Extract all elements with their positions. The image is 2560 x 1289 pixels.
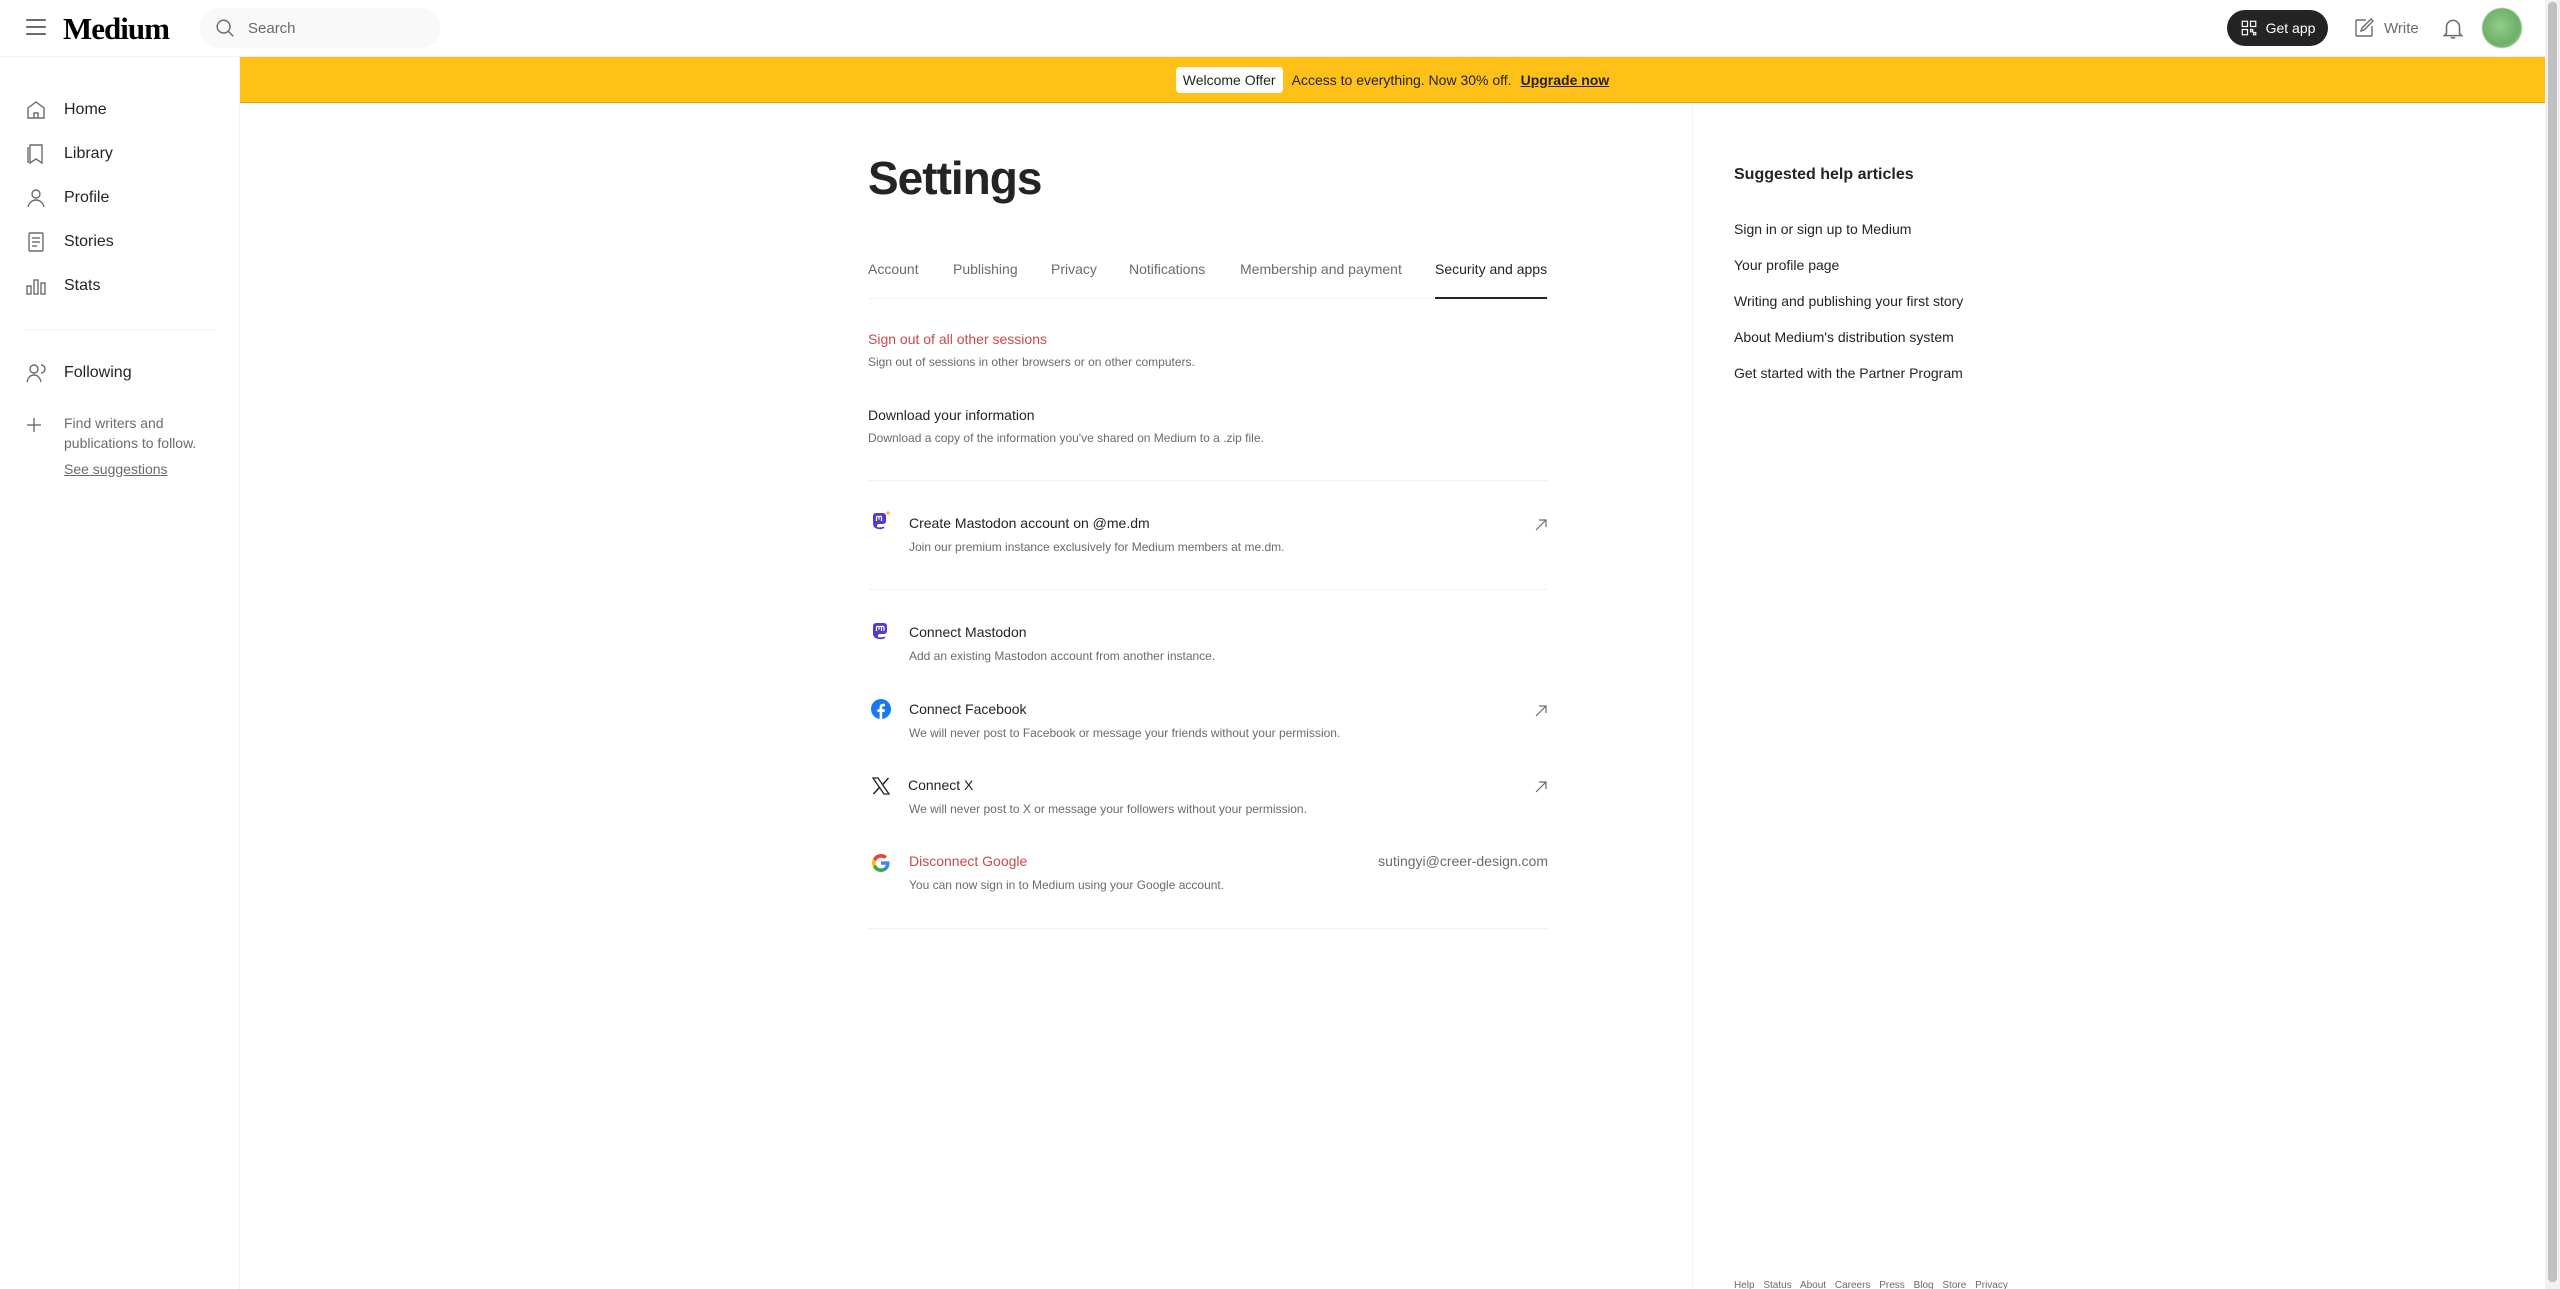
- write-label: Write: [2384, 19, 2419, 37]
- bookmark-icon: [27, 144, 43, 165]
- connect-x-button[interactable]: Connect X: [908, 777, 973, 793]
- tab-account[interactable]: Account: [868, 261, 919, 299]
- divider: [868, 589, 1548, 590]
- avatar[interactable]: [2482, 8, 2522, 48]
- tab-notifications[interactable]: Notifications: [1129, 261, 1205, 299]
- get-app-button[interactable]: Get app: [2227, 10, 2328, 46]
- menu-icon[interactable]: [26, 19, 46, 37]
- right-column: Suggested help articles Sign in or sign …: [1692, 103, 2545, 1289]
- footer-link-status[interactable]: Status: [1763, 1280, 1791, 1289]
- help-link[interactable]: Writing and publishing your first story: [1734, 293, 1963, 309]
- tab-publishing[interactable]: Publishing: [953, 261, 1018, 299]
- sidebar-item-stats[interactable]: Stats: [24, 274, 100, 298]
- sign-out-sessions-button[interactable]: Sign out of all other sessions: [868, 331, 1047, 347]
- stories-icon: [28, 232, 44, 252]
- help-link[interactable]: Your profile page: [1734, 257, 1839, 273]
- tab-security-and-apps[interactable]: Security and apps: [1435, 261, 1548, 299]
- sidebar-item-label: Profile: [64, 189, 110, 206]
- google-account-email: sutingyi@creer-design.com: [1378, 853, 1548, 869]
- search-input[interactable]: [248, 19, 428, 37]
- footer-link-careers[interactable]: Careers: [1835, 1280, 1871, 1289]
- find-writers-text: Find writers and publications to follow.: [64, 415, 197, 451]
- sidebar-item-stories[interactable]: Stories: [24, 230, 114, 254]
- page-title: Settings: [868, 152, 1042, 204]
- sidebar-item-label: Stories: [64, 233, 114, 250]
- settings-tabs: Account Publishing Privacy Notifications…: [868, 261, 1548, 299]
- footer-link-blog[interactable]: Blog: [1914, 1280, 1934, 1289]
- create-mastodon-button[interactable]: Create Mastodon account on @me.dm: [909, 515, 1150, 531]
- external-link-icon[interactable]: [1534, 780, 1548, 794]
- profile-icon: [27, 189, 45, 208]
- footer-link-privacy[interactable]: Privacy: [1975, 1280, 2008, 1289]
- welcome-offer-badge: Welcome Offer: [1175, 66, 1283, 93]
- get-app-label: Get app: [2265, 20, 2316, 36]
- connect-facebook-desc: We will never post to Facebook or messag…: [909, 726, 1341, 740]
- footer-links: Help Status About Careers Press Blog Sto…: [1734, 1280, 2014, 1289]
- facebook-icon: [871, 699, 891, 719]
- divider: [868, 480, 1548, 481]
- help-link[interactable]: About Medium's distribution system: [1734, 329, 1954, 345]
- connect-mastodon-desc: Add an existing Mastodon account from an…: [909, 649, 1216, 663]
- google-icon: [872, 854, 890, 872]
- connect-mastodon-button[interactable]: Connect Mastodon: [909, 624, 1027, 640]
- sidebar-item-profile[interactable]: Profile: [24, 186, 109, 210]
- download-info-desc: Download a copy of the information you'v…: [868, 431, 1264, 445]
- search-icon: [216, 19, 234, 37]
- top-bar: Medium Get app Write: [0, 0, 2545, 57]
- footer-link-store[interactable]: Store: [1942, 1280, 1966, 1289]
- sign-out-sessions-desc: Sign out of sessions in other browsers o…: [868, 355, 1195, 369]
- stats-icon: [26, 279, 46, 295]
- welcome-offer-banner: Welcome Offer Access to everything. Now …: [240, 57, 2545, 103]
- external-link-icon[interactable]: [1534, 704, 1548, 718]
- bell-icon[interactable]: [2440, 14, 2466, 42]
- footer-link-about[interactable]: About: [1800, 1280, 1826, 1289]
- create-mastodon-desc: Join our premium instance exclusively fo…: [909, 540, 1285, 554]
- left-sidebar: Home Library Profile Stories Stats Follo…: [0, 57, 240, 1289]
- disconnect-google-button[interactable]: Disconnect Google: [909, 853, 1027, 869]
- sidebar-item-library[interactable]: Library: [24, 142, 113, 166]
- mastodon-plus-icon: [873, 510, 891, 530]
- tab-membership[interactable]: Membership and payment: [1240, 261, 1402, 299]
- divider: [868, 928, 1548, 929]
- upgrade-now-link[interactable]: Upgrade now: [1521, 72, 1610, 88]
- search-box[interactable]: [200, 8, 440, 48]
- help-link[interactable]: Sign in or sign up to Medium: [1734, 221, 1911, 237]
- following-icon: [26, 364, 46, 383]
- scrollbar-thumb[interactable]: [2548, 2, 2557, 1282]
- sidebar-divider: [24, 329, 216, 330]
- help-link[interactable]: Get started with the Partner Program: [1734, 365, 1963, 381]
- disconnect-google-desc: You can now sign in to Medium using your…: [909, 878, 1225, 892]
- sidebar-item-label: Following: [64, 364, 132, 381]
- connect-x-desc: We will never post to X or message your …: [909, 802, 1307, 816]
- connect-facebook-button[interactable]: Connect Facebook: [909, 701, 1027, 717]
- see-suggestions-link[interactable]: See suggestions: [64, 461, 168, 477]
- sidebar-item-label: Stats: [64, 277, 101, 294]
- external-link-icon[interactable]: [1534, 518, 1548, 532]
- plus-icon[interactable]: [24, 415, 44, 435]
- footer-link-press[interactable]: Press: [1879, 1280, 1905, 1289]
- help-articles-heading: Suggested help articles: [1734, 166, 1914, 183]
- mastodon-icon: [873, 623, 887, 640]
- sidebar-item-label: Library: [64, 145, 113, 162]
- x-logo-icon: [872, 777, 890, 795]
- banner-text: Access to everything. Now 30% off.: [1291, 71, 1512, 88]
- tab-privacy[interactable]: Privacy: [1051, 261, 1097, 299]
- medium-logo[interactable]: Medium: [63, 11, 170, 47]
- qr-code-icon: [2241, 20, 2256, 36]
- find-writers: Find writers and publications to follow.: [24, 413, 214, 453]
- write-icon: [2355, 18, 2374, 37]
- sidebar-item-label: Home: [64, 101, 107, 118]
- footer-link-help[interactable]: Help: [1734, 1280, 1755, 1289]
- write-button[interactable]: Write: [2352, 16, 2419, 40]
- sidebar-item-home[interactable]: Home: [24, 98, 107, 122]
- home-icon: [27, 101, 45, 119]
- page-scrollbar[interactable]: [2545, 0, 2560, 1289]
- sidebar-item-following[interactable]: Following: [24, 361, 132, 385]
- download-info-button[interactable]: Download your information: [868, 407, 1035, 423]
